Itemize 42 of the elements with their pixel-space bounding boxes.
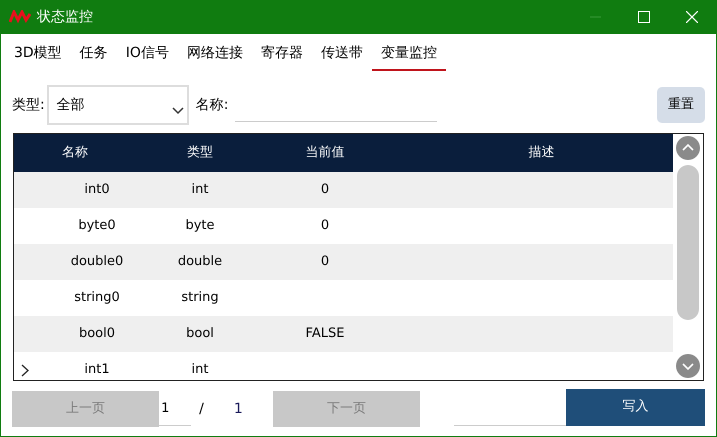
table-cell-text: string (181, 289, 219, 308)
column-header: 名称 (62, 144, 88, 162)
maximize-icon (638, 11, 650, 23)
scroll-down-button[interactable] (676, 354, 700, 378)
tab[interactable]: IO信号 (116, 40, 178, 71)
scroll-up-button[interactable] (676, 136, 700, 160)
logo-icon (9, 10, 31, 24)
table-cell-text: 0 (320, 253, 330, 272)
type-dropdown[interactable]: 全部 (46, 85, 189, 125)
table-cell-text: int (192, 361, 208, 380)
table-cell-text: double (178, 253, 222, 272)
page-total: 1 (234, 400, 243, 418)
table-cell-text: 0 (320, 217, 330, 236)
page-separator: / (199, 400, 204, 418)
table-cell-text: bool (186, 325, 214, 344)
tab[interactable]: 寄存器 (252, 40, 312, 71)
scrollbar-thumb[interactable] (677, 165, 699, 320)
chevron-down-icon (172, 107, 184, 115)
table-cell-text: int0 (84, 181, 110, 200)
type-label: 类型: (12, 96, 45, 114)
close-icon (686, 11, 698, 23)
table-cell-text: 0 (320, 181, 330, 200)
table-cell-text: string0 (74, 289, 120, 308)
tab[interactable]: 网络连接 (178, 40, 252, 71)
table-cell-text: double0 (70, 253, 124, 272)
table-cell-text: FALSE (306, 325, 344, 344)
column-header: 当前值 (306, 144, 344, 162)
tab[interactable]: 任务 (70, 40, 117, 71)
table-cell-text: int (192, 181, 208, 200)
tab[interactable]: 传送带 (312, 40, 372, 71)
window-title: 状态监控 (37, 8, 93, 26)
table-cell-text: int1 (84, 361, 110, 380)
tab[interactable]: 变量监控 (372, 40, 446, 71)
tab[interactable]: 3D模型 (5, 40, 71, 71)
table-cell-text: bool0 (78, 325, 116, 344)
table-cell-text: byte0 (78, 217, 116, 236)
column-header: 类型 (187, 144, 213, 162)
name-label: 名称: (196, 96, 228, 114)
reset-button[interactable]: 重置 (657, 87, 705, 123)
write-button[interactable]: 写入 (566, 388, 706, 426)
column-header: 描述 (528, 144, 554, 162)
table-cell-text: byte (185, 217, 215, 236)
